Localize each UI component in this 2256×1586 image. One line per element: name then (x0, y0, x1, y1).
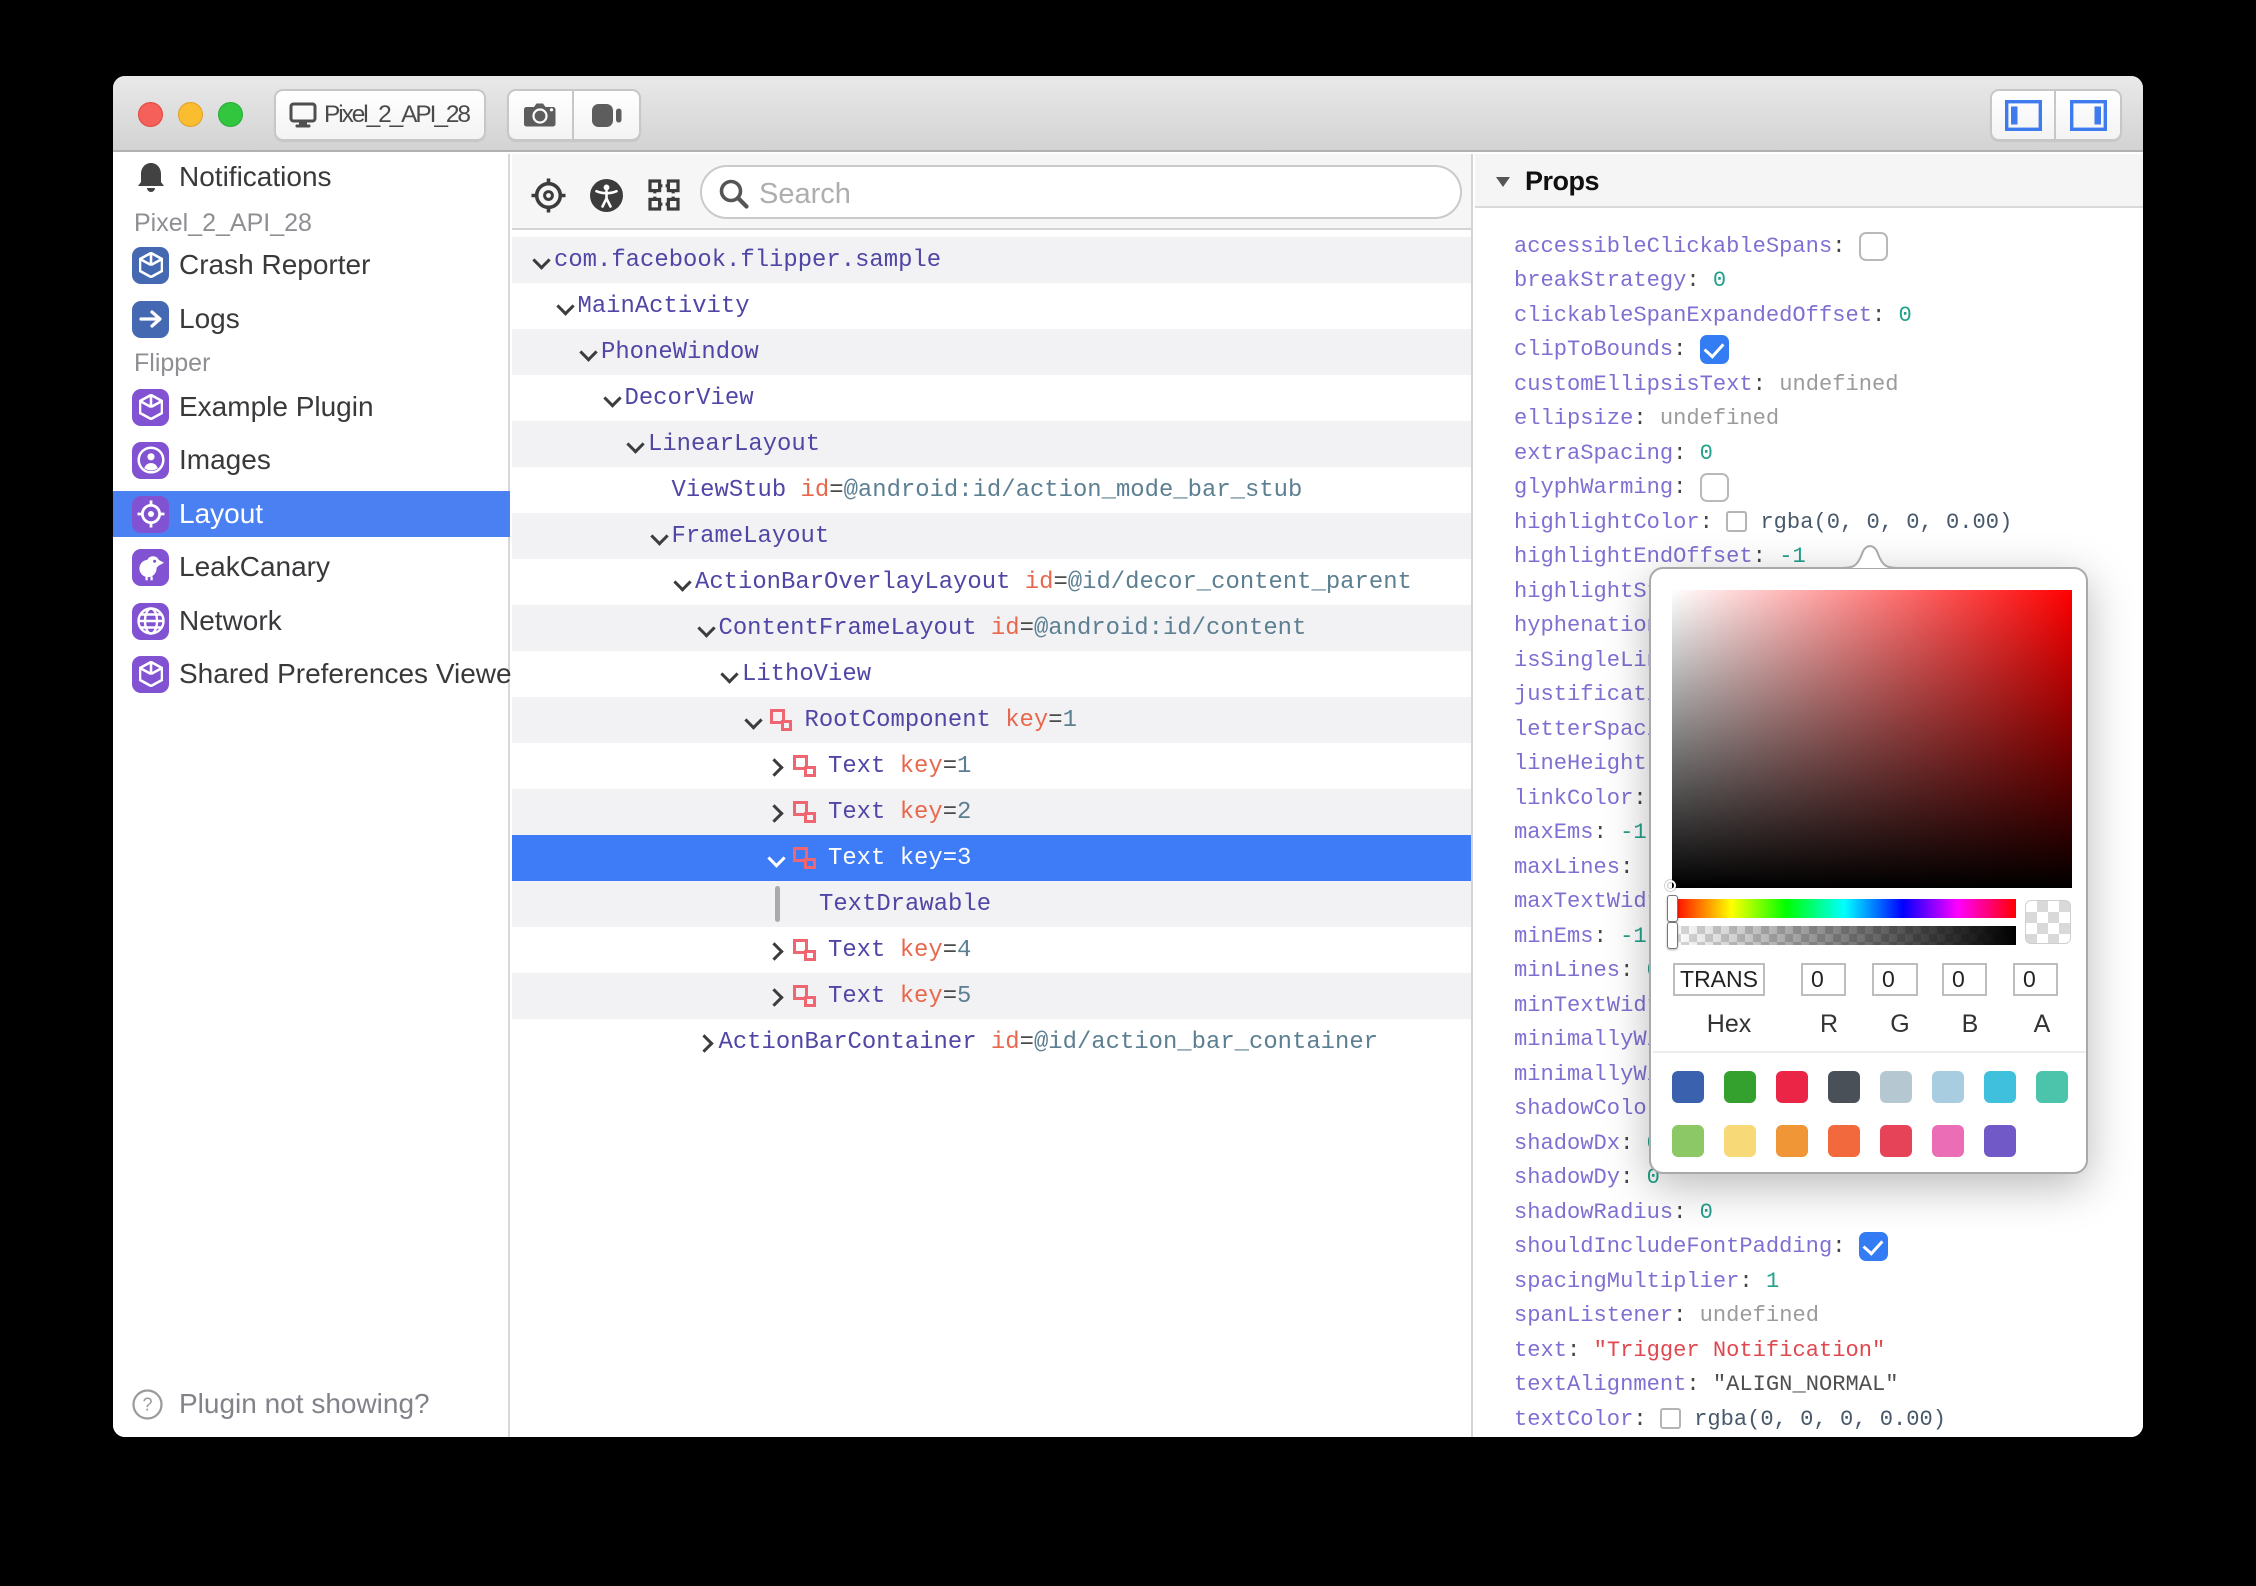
svg-text:?: ? (142, 1394, 152, 1414)
